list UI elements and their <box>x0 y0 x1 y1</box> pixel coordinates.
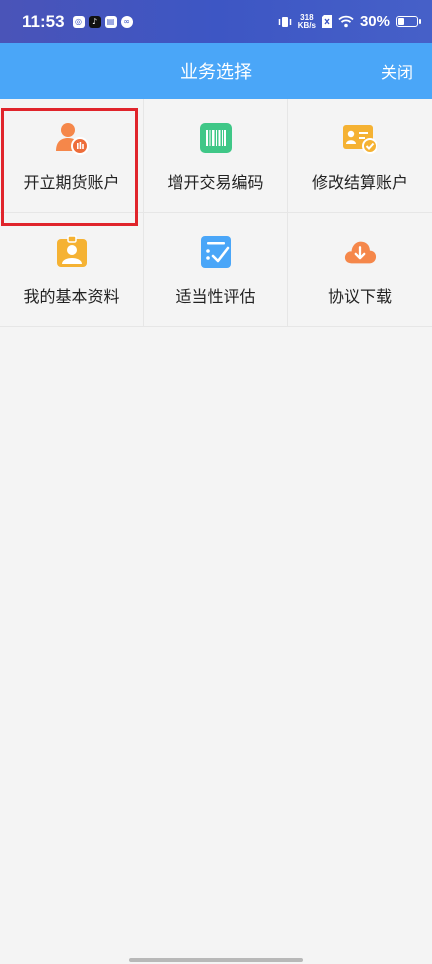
wifi-icon <box>338 15 354 28</box>
menu-item-my-basic-info[interactable]: 我的基本资料 <box>0 213 144 327</box>
card-check-icon <box>343 121 377 155</box>
profile-badge-icon <box>55 235 89 269</box>
no-sim-icon <box>321 15 332 28</box>
vibrate-icon <box>278 16 291 27</box>
business-menu-grid: 开立期货账户 增开交易编码 修改结算账户 我的基本资料 适当性评估 协议下载 <box>0 99 432 327</box>
menu-item-agreement-download[interactable]: 协议下载 <box>288 213 432 327</box>
page-title: 业务选择 <box>180 62 252 83</box>
battery-percent: 30% <box>359 13 390 30</box>
menu-item-label: 我的基本资料 <box>23 287 120 306</box>
tiktok-icon: ♪ <box>88 15 101 28</box>
checklist-icon <box>199 235 233 269</box>
close-button[interactable]: 关闭 <box>381 59 413 83</box>
net-speed-unit: KB/s <box>297 20 316 30</box>
menu-item-add-trading-code[interactable]: 增开交易编码 <box>144 99 288 213</box>
status-right: 318 KB/s 30% <box>278 13 421 30</box>
menu-item-label: 适当性评估 <box>175 287 256 306</box>
battery-level <box>398 18 404 25</box>
net-speed: 318 KB/s <box>297 13 316 30</box>
calendar-icon: ▤ <box>104 15 117 28</box>
header-bar: 业务选择 关闭 <box>0 43 432 99</box>
status-bar: 11:53 ◎ ♪ ▤ ∞ 318 KB/s 30% <box>0 0 432 43</box>
menu-item-label: 协议下载 <box>327 287 392 306</box>
menu-item-suitability-assessment[interactable]: 适当性评估 <box>144 213 288 327</box>
barcode-icon <box>199 121 233 155</box>
cloud-download-icon <box>343 235 377 269</box>
app-notification-icon: ◎ <box>72 15 85 28</box>
battery-icon <box>396 16 421 27</box>
user-badge-icon <box>55 121 89 155</box>
notification-icons: ◎ ♪ ▤ ∞ <box>72 15 133 28</box>
menu-item-open-futures-account[interactable]: 开立期货账户 <box>0 99 144 213</box>
link-icon: ∞ <box>120 15 133 28</box>
status-time: 11:53 <box>22 11 65 31</box>
menu-item-label: 修改结算账户 <box>311 173 408 192</box>
menu-item-label: 开立期货账户 <box>23 173 120 192</box>
menu-item-modify-settlement-account[interactable]: 修改结算账户 <box>288 99 432 213</box>
menu-item-label: 增开交易编码 <box>167 173 264 192</box>
home-indicator[interactable] <box>129 958 303 962</box>
